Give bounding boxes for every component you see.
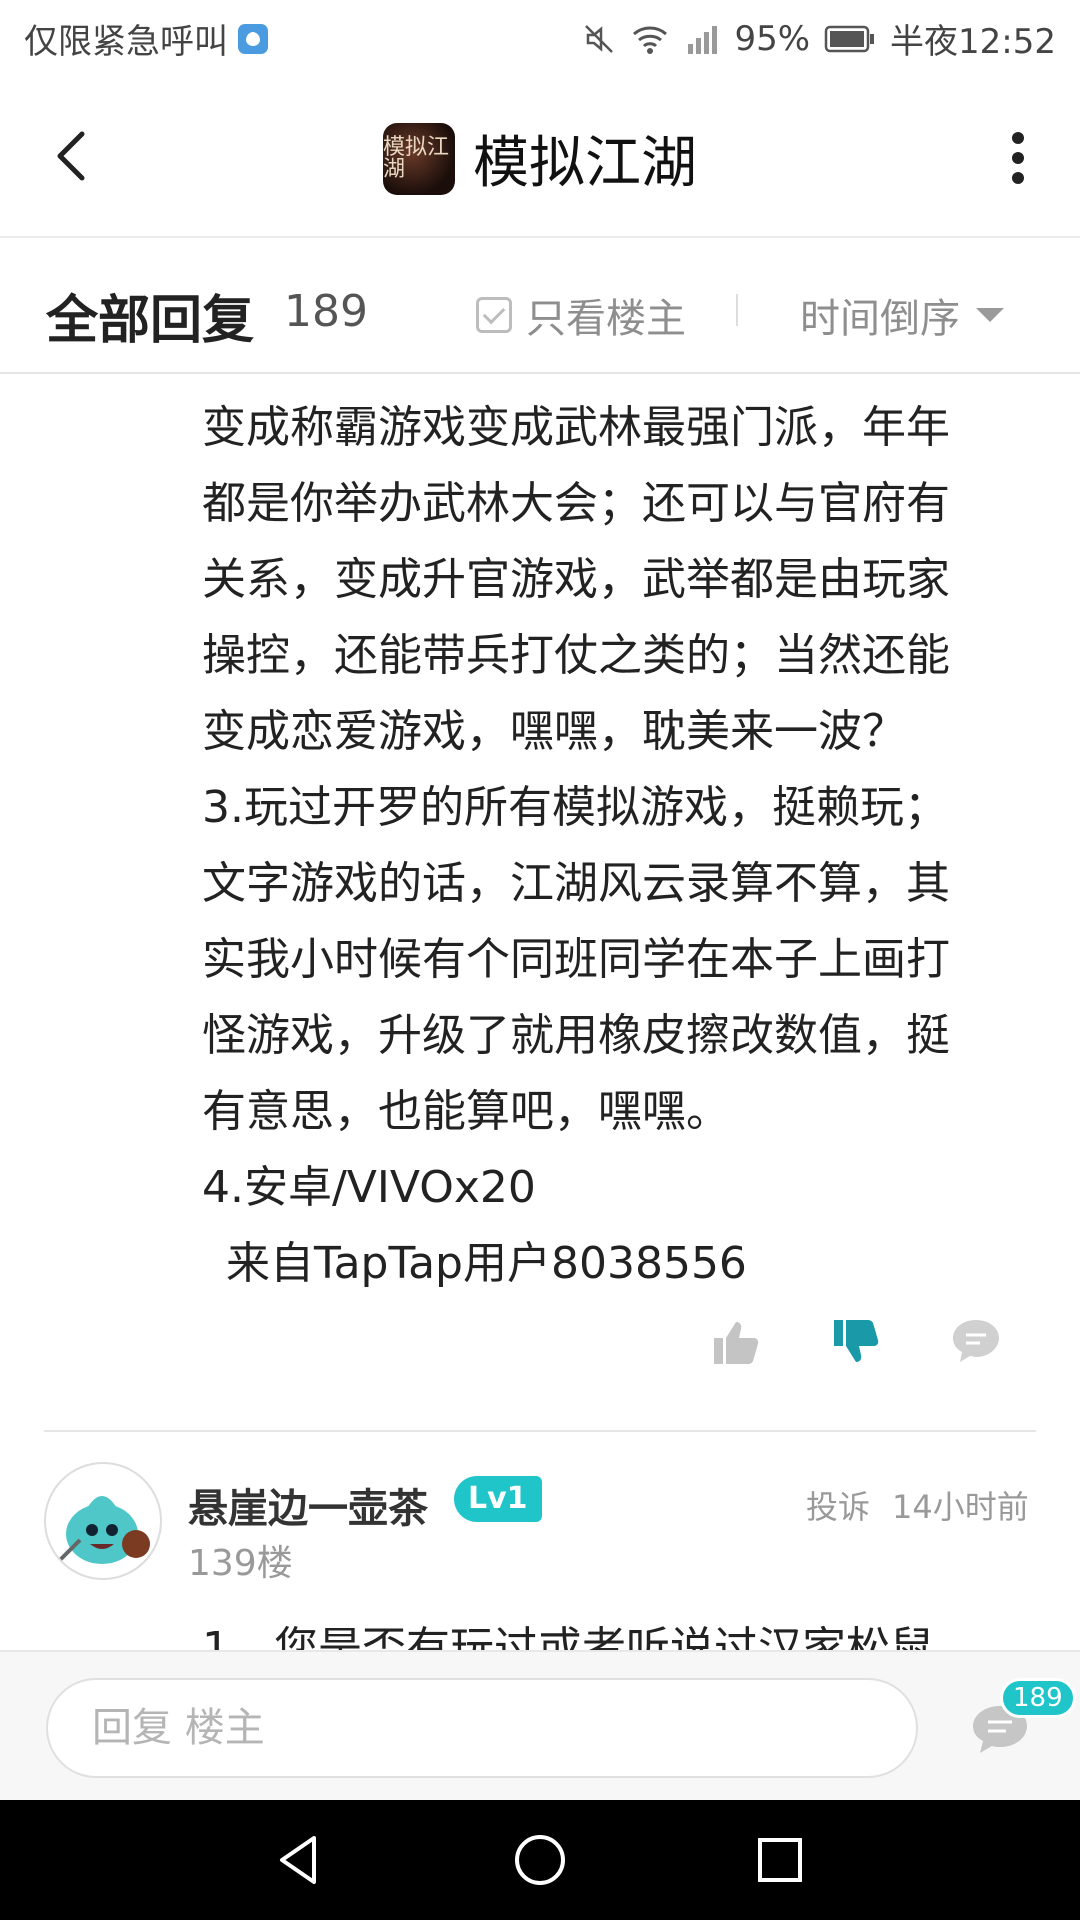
divider bbox=[736, 294, 738, 326]
all-replies-tab[interactable]: 全部回复 bbox=[46, 278, 254, 353]
reply-line: 都是你举办武林大会；还可以与官府有 bbox=[202, 478, 950, 529]
comment-icon[interactable] bbox=[950, 1316, 1002, 1368]
like-icon[interactable] bbox=[710, 1316, 762, 1368]
divider bbox=[44, 1430, 1036, 1432]
sort-label: 时间倒序 bbox=[800, 296, 960, 342]
reply-filter-bar: 全部回复 189 只看楼主 时间倒序 bbox=[0, 240, 1080, 374]
reply-line: 变成称霸游戏变成武林最强门派，年年 bbox=[202, 402, 950, 453]
level-badge: Lv1 bbox=[454, 1476, 542, 1522]
reply-source: 来自TapTap用户8038556 bbox=[226, 1238, 747, 1289]
reply-line: 关系，变成升官游戏，武举都是由玩家 bbox=[202, 554, 950, 605]
reply-line: 怪游戏，升级了就用橡皮擦改数值，挺 bbox=[202, 1010, 950, 1061]
reply-line: 文字游戏的话，江湖风云录算不算，其 bbox=[202, 858, 950, 909]
reply-line: 3.玩过开罗的所有模拟游戏，挺赖玩； bbox=[202, 782, 948, 833]
dropdown-arrow-icon bbox=[976, 308, 1004, 322]
reply-count: 189 bbox=[284, 286, 368, 337]
avatar[interactable] bbox=[44, 1462, 162, 1580]
reply-line: 实我小时候有个同班同学在本子上画打 bbox=[202, 934, 950, 985]
reply-line: 4.安卓/VIVOx20 bbox=[202, 1162, 536, 1213]
floor-number: 139楼 bbox=[188, 1543, 293, 1584]
sort-dropdown[interactable]: 时间倒序 bbox=[800, 286, 1004, 344]
nav-home-icon[interactable] bbox=[510, 1830, 570, 1890]
dislike-icon[interactable] bbox=[830, 1316, 882, 1368]
system-nav-bar bbox=[0, 1800, 1080, 1920]
reply-line: 有意思，也能算吧，嘿嘿。 bbox=[202, 1086, 730, 1137]
wifi-icon bbox=[633, 26, 668, 54]
nav-back-icon[interactable] bbox=[270, 1830, 330, 1890]
reply-line: 操控，还能带兵打仗之类的；当然还能 bbox=[202, 630, 950, 681]
battery-percent: 95% bbox=[734, 18, 811, 59]
app-logo[interactable]: 模拟江湖 bbox=[383, 122, 455, 195]
title-group: 模拟江湖 模拟江湖 bbox=[0, 118, 1080, 199]
signal-icon bbox=[688, 25, 718, 54]
reply-input-bar: 回复 楼主 189 bbox=[0, 1650, 1080, 1800]
notification-app-icon bbox=[238, 23, 268, 54]
battery-icon bbox=[824, 25, 875, 52]
checkbox-icon[interactable] bbox=[476, 297, 512, 333]
app-bar: 模拟江湖 模拟江湖 bbox=[0, 76, 1080, 238]
report-link[interactable]: 投诉 bbox=[806, 1482, 870, 1528]
status-bar: 仅限紧急呼叫 95% 半夜12:52 bbox=[0, 0, 1080, 76]
status-left: 仅限紧急呼叫 bbox=[24, 14, 270, 63]
comment-time: 14小时前 bbox=[892, 1488, 1029, 1526]
only-op-toggle[interactable]: 只看楼主 bbox=[476, 286, 686, 344]
reply-actions bbox=[0, 1308, 1080, 1388]
reply-body: 变成称霸游戏变成武林最强门派，年年 都是你举办武林大会；还可以与官府有 关系，变… bbox=[202, 390, 1032, 1302]
reply-input[interactable]: 回复 楼主 bbox=[46, 1678, 918, 1778]
nav-recents-icon[interactable] bbox=[750, 1830, 810, 1890]
comment-count-badge: 189 bbox=[1000, 1678, 1076, 1718]
mute-icon bbox=[585, 24, 614, 53]
only-op-label: 只看楼主 bbox=[526, 296, 686, 342]
clock: 半夜12:52 bbox=[890, 22, 1056, 62]
status-right: 95% 半夜12:52 bbox=[582, 14, 1056, 63]
comment-username[interactable]: 悬崖边一壶茶 bbox=[188, 1476, 428, 1534]
comment-text: 1、您是否有玩过或者听说过汉家松鼠 bbox=[202, 1623, 934, 1650]
replies-list[interactable]: 变成称霸游戏变成武林最强门派，年年 都是你举办武林大会；还可以与官府有 关系，变… bbox=[0, 376, 1080, 1650]
page-title: 模拟江湖 bbox=[473, 131, 697, 196]
reply-line: 变成恋爱游戏，嘿嘿，耽美来一波？ bbox=[202, 706, 906, 757]
slime-avatar-icon bbox=[58, 1496, 150, 1564]
carrier-text: 仅限紧急呼叫 bbox=[24, 22, 228, 62]
more-options-icon[interactable] bbox=[1006, 130, 1030, 186]
